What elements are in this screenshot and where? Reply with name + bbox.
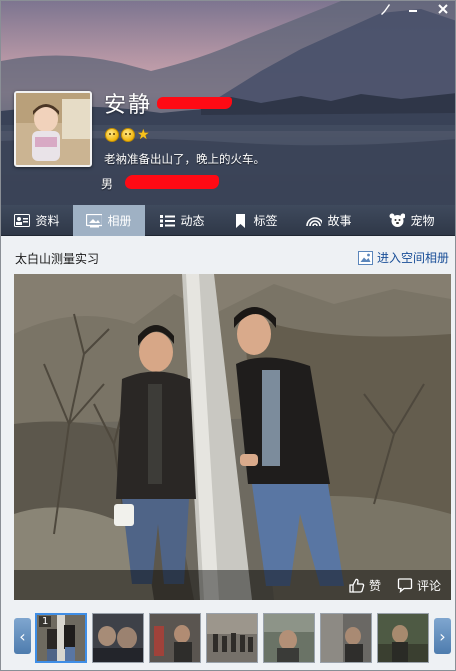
tab-label: 宠物 (410, 214, 435, 228)
thumbnail-6[interactable] (320, 613, 372, 663)
skin-button[interactable] (371, 1, 399, 17)
enter-album-label: 进入空间相册 (377, 251, 450, 265)
star-icon: ★ (137, 127, 150, 143)
thumbnail-image (207, 614, 257, 662)
brush-icon (381, 4, 390, 15)
main-photo-image (14, 274, 451, 600)
chevron-left-icon: ‹ (19, 626, 26, 646)
thumbnail-5[interactable] (263, 613, 315, 663)
bookmark-icon (232, 213, 248, 228)
tab-label: 故事 (327, 214, 352, 228)
avatar[interactable] (14, 91, 92, 167)
tab-feed[interactable]: 动态 (145, 205, 219, 236)
tab-label: 动态 (180, 214, 205, 228)
tab-album[interactable]: 相册 (73, 205, 145, 236)
tab-tags[interactable]: 标签 (219, 205, 291, 236)
level-icons: ★ (105, 128, 151, 142)
avatar-photo (16, 93, 90, 165)
tab-label: 标签 (253, 214, 278, 228)
thumbnail-image (93, 614, 143, 662)
main-photo[interactable]: 赞 评论 (14, 274, 451, 600)
minimize-icon (409, 10, 417, 12)
info-redaction-mark (125, 175, 219, 189)
minimize-button[interactable] (399, 1, 427, 17)
feed-list-icon (159, 214, 175, 228)
profile-gender: 男 (101, 177, 114, 191)
profile-tabs: 资料 相册 动态 标签 故事 宠物 (1, 205, 455, 236)
enter-album-link[interactable]: 进入空间相册 (358, 249, 449, 266)
comment-label: 评论 (417, 579, 442, 593)
name-redaction-mark (157, 97, 232, 109)
tab-label: 资料 (35, 214, 60, 228)
next-photo-button[interactable]: › (434, 618, 451, 654)
thumbnail-2[interactable] (92, 613, 144, 663)
thumbnail-strip: ‹ 1 › (14, 610, 451, 668)
profile-card-icon (14, 214, 31, 228)
profile-signature: 老衲准备出山了，晚上的火车。 (104, 152, 265, 166)
sun-face-icon (121, 128, 135, 142)
like-label: 赞 (369, 579, 382, 593)
thumbnail-image (264, 614, 314, 662)
profile-header: 安静 ★ 老衲准备出山了，晚上的火车。 男 (1, 1, 455, 205)
profile-name: 安静 (104, 93, 153, 118)
profile-window: 安静 ★ 老衲准备出山了，晚上的火车。 男 资料 相册 动态 标签 故事 宠物 … (0, 0, 456, 671)
prev-photo-button[interactable]: ‹ (14, 618, 31, 654)
comment-bubble-icon (397, 578, 413, 593)
thumbnail-7[interactable] (377, 613, 429, 663)
like-button[interactable]: 赞 (349, 577, 381, 594)
tab-label: 相册 (107, 214, 132, 228)
thumbnail-1[interactable]: 1 (35, 613, 87, 663)
tab-pets[interactable]: 宠物 (367, 205, 455, 236)
photo-action-bar: 赞 评论 (14, 570, 451, 600)
album-panel: 太白山测量实习 进入空间相册 赞 评论 ‹ 1 › (1, 236, 455, 670)
thumbnail-image (321, 614, 371, 662)
rainbow-icon (306, 214, 323, 228)
album-title: 太白山测量实习 (15, 252, 100, 266)
photo-album-icon (86, 213, 103, 228)
close-button[interactable] (429, 1, 455, 17)
chevron-right-icon: › (439, 626, 446, 646)
thumbnail-image (150, 614, 200, 662)
thumbs-up-icon (349, 578, 365, 593)
thumbnail-4[interactable] (206, 613, 258, 663)
sun-face-icon (105, 128, 119, 142)
close-icon (438, 4, 448, 14)
comment-button[interactable]: 评论 (397, 577, 441, 594)
tab-stories[interactable]: 故事 (291, 205, 367, 236)
tab-profile[interactable]: 资料 (1, 205, 73, 236)
pet-icon (389, 213, 406, 228)
album-link-icon (358, 250, 373, 265)
thumbnail-image (378, 614, 428, 662)
thumbnail-number: 1 (39, 616, 52, 627)
thumbnail-3[interactable] (149, 613, 201, 663)
